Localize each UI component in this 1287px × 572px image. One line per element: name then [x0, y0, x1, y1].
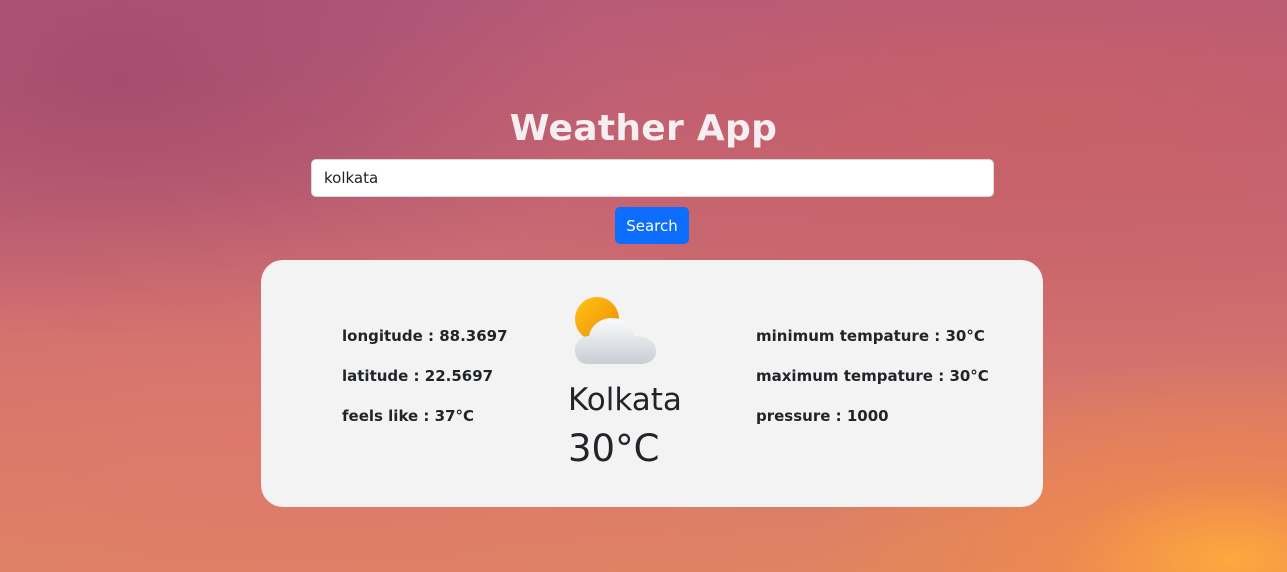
longitude-value: 88.3697 — [439, 327, 508, 345]
feels-like-stat: feels like : 37°C — [342, 406, 508, 446]
max-temp-stat: maximum tempature : 30°C — [756, 366, 989, 406]
min-temp-stat: minimum tempature : 30°C — [756, 326, 989, 366]
feels-like-value: 37°C — [434, 407, 475, 425]
latitude-label: latitude : — [342, 367, 425, 385]
temperature-stats: minimum tempature : 30°C maximum tempatu… — [756, 326, 989, 446]
feels-like-label: feels like : — [342, 407, 435, 425]
weather-card: longitude : 88.3697 latitude : 22.5697 f… — [261, 260, 1043, 507]
longitude-label: longitude : — [342, 327, 440, 345]
pressure-value: 1000 — [846, 407, 889, 425]
latitude-stat: latitude : 22.5697 — [342, 366, 508, 406]
city-name: Kolkata — [568, 382, 682, 418]
longitude-stat: longitude : 88.3697 — [342, 326, 508, 366]
latitude-value: 22.5697 — [424, 367, 494, 385]
search-input[interactable] — [311, 159, 994, 197]
current-temperature: 30°C — [568, 427, 660, 470]
weather-summary: Kolkata 30°C — [568, 296, 698, 470]
min-temp-label: minimum tempature : — [756, 327, 946, 345]
page-title: Weather App — [509, 108, 778, 149]
pressure-label: pressure : — [756, 407, 847, 425]
search-button[interactable]: Search — [615, 207, 689, 244]
min-temp-value: 30°C — [945, 327, 985, 345]
partly-cloudy-icon — [575, 297, 656, 364]
max-temp-value: 30°C — [949, 367, 989, 385]
pressure-stat: pressure : 1000 — [756, 406, 989, 446]
location-stats: longitude : 88.3697 latitude : 22.5697 f… — [342, 326, 508, 446]
max-temp-label: maximum tempature : — [756, 367, 950, 385]
